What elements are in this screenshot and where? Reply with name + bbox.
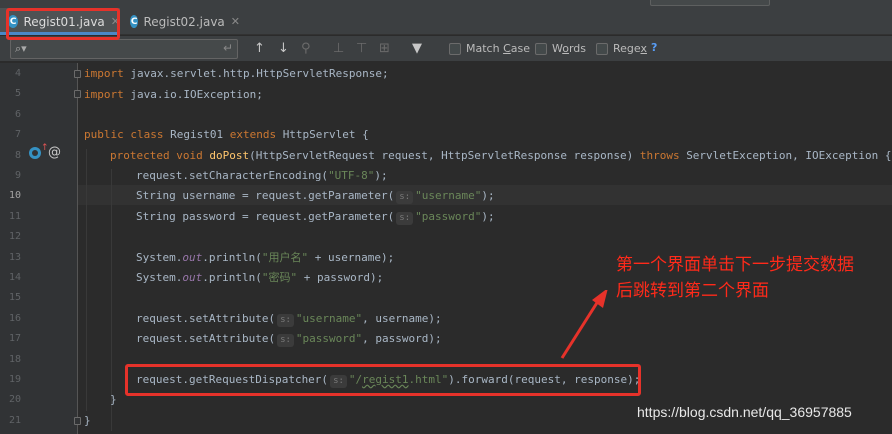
line-number: 11 — [8, 211, 21, 222]
annotation-line: 第一个界面单击下一步提交数据 — [616, 255, 854, 275]
new-line-icon[interactable]: ↵ — [223, 41, 233, 55]
checkbox[interactable] — [596, 42, 608, 55]
close-icon[interactable]: ✕ — [231, 15, 240, 28]
help-icon[interactable]: ? — [651, 41, 657, 54]
select-all-occurrences-icon[interactable]: ⊞ — [379, 41, 390, 56]
code-line: String password = request.getParameter(s… — [136, 210, 495, 225]
code-line: System.out.println("用户名" + username); — [136, 251, 395, 264]
checkbox[interactable] — [449, 42, 461, 55]
fold-marker-icon[interactable] — [74, 417, 81, 425]
overrides-method-icon[interactable] — [29, 147, 41, 159]
search-icon[interactable]: ⌕▾ — [15, 42, 27, 56]
line-number: 7 — [14, 129, 21, 140]
code-line: System.out.println("密码" + password); — [136, 271, 384, 284]
next-occurrence-icon[interactable]: ↓ — [278, 41, 289, 56]
tab-label: Regist02.java — [143, 14, 225, 29]
parameter-hint: s: — [277, 314, 294, 327]
line-number: 4 — [14, 68, 21, 79]
tab-regist02[interactable]: C Regist02.java ✕ — [122, 8, 240, 35]
checkbox[interactable] — [535, 42, 547, 55]
annotation-text: 第一个界面单击下一步提交数据 后跳转到第二个界面 — [616, 252, 854, 304]
highlight-box-tab — [6, 8, 120, 40]
line-number: 13 — [8, 252, 21, 263]
line-number: 8 — [14, 150, 21, 161]
line-number: 14 — [8, 272, 21, 283]
code-line: request.setAttribute(s: "username", usern… — [136, 312, 442, 327]
line-number: 20 — [8, 394, 21, 405]
add-occurrence-icon[interactable]: ⊥ — [333, 41, 344, 56]
previous-occurrence-icon[interactable]: ↑ — [254, 41, 265, 56]
toolbar-strip — [0, 0, 892, 8]
line-number: 9 — [14, 170, 21, 181]
line-number: 10 — [8, 190, 21, 201]
code-line: String username = request.getParameter(s… — [136, 189, 495, 204]
line-number: 6 — [14, 109, 21, 120]
line-number: 17 — [8, 333, 21, 344]
code-line: request.setAttribute(s: "password", passw… — [136, 332, 442, 347]
indent-guide — [86, 149, 87, 411]
line-number: 19 — [8, 374, 21, 385]
line-number: 12 — [8, 231, 21, 242]
find-all-icon[interactable]: ⚲ — [301, 41, 311, 56]
parameter-hint: s: — [277, 334, 294, 347]
gutter: 4 5 6 7 8 9 10 11 12 13 14 15 16 17 18 1… — [0, 63, 78, 434]
code-line: protected void doPost(HttpServletRequest… — [110, 149, 892, 162]
fold-marker-icon[interactable] — [74, 90, 81, 98]
filter-icon[interactable]: ▼ — [412, 41, 422, 56]
parameter-hint: s: — [396, 212, 414, 225]
code-line: } — [110, 393, 117, 406]
java-class-icon: C — [130, 15, 139, 28]
fold-marker-icon[interactable] — [74, 70, 81, 78]
annotation-line: 后跳转到第二个界面 — [616, 281, 769, 301]
line-number: 21 — [8, 415, 21, 426]
regex-label: Regex — [613, 42, 647, 55]
code-line: request.setCharacterEncoding("UTF-8"); — [136, 169, 388, 182]
annotation-at-icon[interactable]: @ — [48, 145, 61, 160]
annotation-arrow — [560, 290, 608, 359]
find-bar: ⌕▾ ↵ ↑ ↓ ⚲ ⊥ ⊤ ⊞ ▼ Match Case Words Rege… — [0, 36, 892, 62]
line-number: 18 — [8, 354, 21, 365]
editor-tab-bar: C Regist01.java ✕ C Regist02.java ✕ — [0, 8, 892, 35]
code-line: import javax.servlet.http.HttpServletRes… — [84, 67, 389, 80]
watermark: https://blog.csdn.net/qq_36957885 — [637, 404, 852, 420]
regex-checkbox[interactable]: Regex — [596, 42, 647, 55]
code-line: import java.io.IOException; — [84, 88, 263, 101]
code-line: } — [84, 414, 91, 427]
remove-occurrence-icon[interactable]: ⊤ — [356, 41, 367, 56]
run-configuration-select[interactable] — [650, 0, 770, 6]
match-case-label: Match Case — [466, 42, 530, 55]
parameter-hint: s: — [396, 191, 414, 204]
find-input[interactable]: ⌕▾ ↵ — [10, 39, 238, 59]
code-line: public class Regist01 extends HttpServle… — [84, 128, 369, 141]
match-case-checkbox[interactable]: Match Case — [449, 42, 530, 55]
words-checkbox[interactable]: Words — [535, 42, 586, 55]
line-number: 5 — [14, 88, 21, 99]
line-number: 15 — [8, 292, 21, 303]
line-number: 16 — [8, 313, 21, 324]
words-label: Words — [552, 42, 587, 55]
